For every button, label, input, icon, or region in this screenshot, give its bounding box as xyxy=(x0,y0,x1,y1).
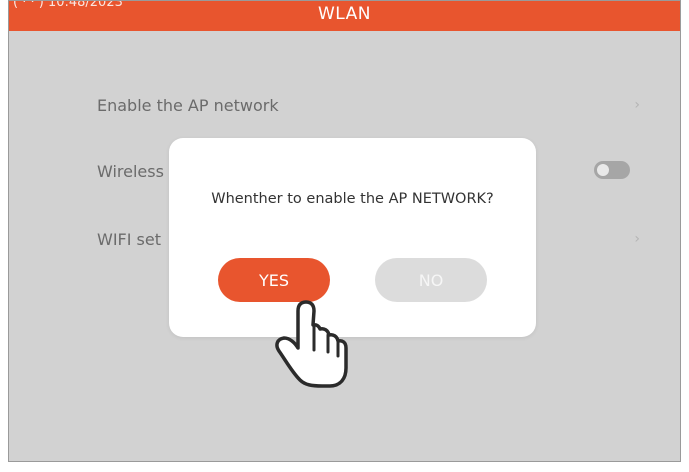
yes-button[interactable]: YES xyxy=(218,258,330,302)
setting-label: Enable the AP network xyxy=(97,95,279,115)
setting-label: WIFI set xyxy=(97,229,161,249)
chevron-right-icon: › xyxy=(634,231,640,247)
chevron-right-icon: › xyxy=(634,97,640,113)
no-button[interactable]: NO xyxy=(375,258,487,302)
setting-label: Wireless xyxy=(97,161,164,181)
setting-row-enable-ap[interactable]: Enable the AP network › xyxy=(97,85,640,125)
dialog-message: Whenther to enable the AP NETWORK? xyxy=(211,191,494,207)
toggle-knob xyxy=(597,164,609,176)
header-bar: ( · · ) 10:48/2023 WLAN xyxy=(9,1,680,31)
page-title: WLAN xyxy=(317,4,372,24)
wireless-toggle[interactable] xyxy=(594,161,630,179)
wlan-screen: ( · · ) 10:48/2023 WLAN Enable the AP ne… xyxy=(8,0,681,462)
confirm-dialog: Whenther to enable the AP NETWORK? YES N… xyxy=(169,138,536,337)
